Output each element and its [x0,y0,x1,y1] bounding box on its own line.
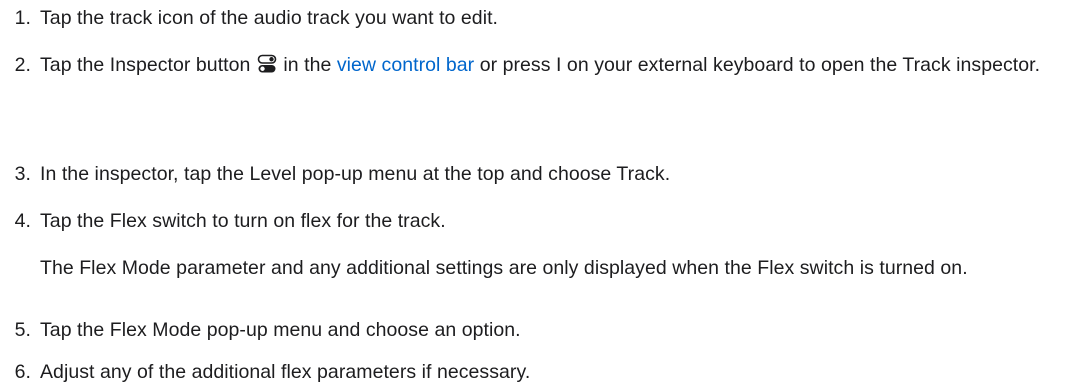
step-3: 3. In the inspector, tap the Level pop-u… [0,159,1060,190]
step-4: 4. Tap the Flex switch to turn on flex f… [0,206,1060,237]
step-text: Tap the Flex Mode pop-up menu and choose… [40,319,521,341]
step-text: Tap the Inspector button in the view con… [40,50,1060,81]
step-text: Adjust any of the additional flex parame… [40,361,531,383]
step-text-middle: in the [283,54,332,76]
step-6: 6. Adjust any of the additional flex par… [0,357,1060,388]
step-number: 3. [14,163,31,185]
view-control-bar-link[interactable]: view control bar [337,54,474,76]
step-text: Tap the track icon of the audio track yo… [40,7,499,29]
step-number: 4. [14,210,31,232]
step-number: 1. [14,7,31,29]
step-text-before: Tap the Inspector button [40,54,251,76]
step-number: 5. [14,319,31,341]
step-2: 2. Tap the Inspector button in the view … [0,50,1060,81]
step-number: 2. [14,54,31,76]
inspector-icon [257,54,277,73]
step-text: In the inspector, tap the Level pop-up m… [40,163,671,185]
step-1: 1. Tap the track icon of the audio track… [0,3,1060,34]
step-5: 5. Tap the Flex Mode pop-up menu and cho… [0,315,1060,346]
step-4-note: The Flex Mode parameter and any addition… [40,257,968,279]
step-text: Tap the Flex switch to turn on flex for … [40,210,446,232]
step-number: 6. [14,361,31,383]
step-text-after: or press I on your external keyboard to … [479,54,1041,76]
